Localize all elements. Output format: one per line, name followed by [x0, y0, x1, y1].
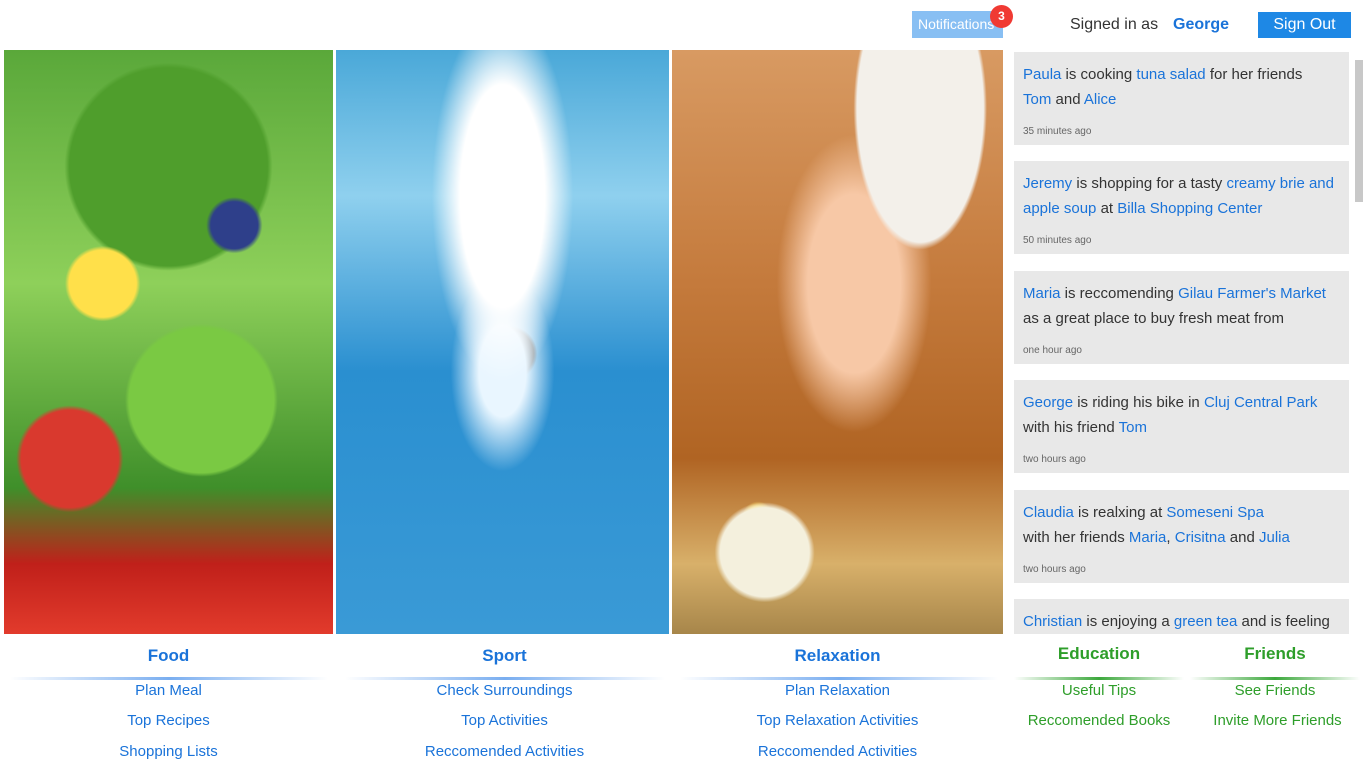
- feed-link[interactable]: Maria: [1129, 529, 1167, 546]
- category-friends-divider: [1190, 677, 1360, 680]
- sport-link-top-activities[interactable]: Top Activities: [338, 712, 671, 729]
- category-relaxation-divider: [680, 677, 998, 680]
- friends-link-invite-more-friends[interactable]: Invite More Friends: [1190, 712, 1365, 729]
- feed-item-line: as a great place to buy fresh meat from: [1023, 306, 1340, 331]
- feed-item-line: with his friend Tom: [1023, 415, 1340, 440]
- feed-item: Jeremy is shopping for a tasty creamy br…: [1014, 161, 1349, 254]
- education-link-reccomended-books[interactable]: Reccomended Books: [1014, 712, 1184, 729]
- category-food-title[interactable]: Food: [4, 646, 333, 666]
- feed-text: with her friends: [1023, 529, 1129, 546]
- user-profile-link[interactable]: George: [1173, 16, 1229, 34]
- feed-text: ,: [1166, 529, 1175, 546]
- feed-link[interactable]: Alice: [1084, 91, 1117, 108]
- feed-item: George is riding his bike in Cluj Centra…: [1014, 380, 1349, 473]
- feed-link[interactable]: tuna salad: [1136, 66, 1205, 83]
- feed-link[interactable]: Gilau Farmer's Market: [1178, 285, 1326, 302]
- feed-text: is riding his bike in: [1073, 394, 1204, 411]
- feed-link[interactable]: Julia: [1259, 529, 1290, 546]
- feed-link[interactable]: George: [1023, 394, 1073, 411]
- category-sport-title[interactable]: Sport: [338, 646, 671, 666]
- feed-item-timestamp: 35 minutes ago: [1023, 126, 1092, 137]
- food-hero-image[interactable]: [4, 50, 333, 634]
- relaxation-link-top-relaxation-activities[interactable]: Top Relaxation Activities: [672, 712, 1003, 729]
- feed-link[interactable]: Tom: [1119, 419, 1147, 436]
- category-food-divider: [10, 677, 328, 680]
- feed-item-timestamp: one hour ago: [1023, 345, 1082, 356]
- feed-item-line: Jeremy is shopping for a tasty creamy br…: [1023, 171, 1340, 196]
- feed-text: for her friends: [1205, 66, 1303, 83]
- feed-item-line: Maria is reccomending Gilau Farmer's Mar…: [1023, 281, 1340, 306]
- sport-hero-image[interactable]: [336, 50, 669, 634]
- feed-link[interactable]: Crisitna: [1175, 529, 1226, 546]
- category-relaxation-title[interactable]: Relaxation: [672, 646, 1003, 666]
- category-education-title[interactable]: Education: [1014, 644, 1184, 664]
- feed-text: as a great place to buy fresh meat from: [1023, 310, 1284, 327]
- notifications-count-badge: 3: [990, 5, 1013, 28]
- top-bar: Notifications 3 Signed in as George Sign…: [0, 0, 1370, 50]
- friends-link-see-friends[interactable]: See Friends: [1190, 682, 1360, 699]
- relaxation-hero-image[interactable]: [672, 50, 1003, 634]
- feed-link[interactable]: Paula: [1023, 66, 1061, 83]
- food-link-top-recipes[interactable]: Top Recipes: [4, 712, 333, 729]
- feed-link[interactable]: Billa Shopping Center: [1117, 200, 1262, 217]
- feed-text: is realxing at: [1073, 504, 1167, 521]
- feed-item: Christian is enjoying a green tea and is…: [1014, 599, 1349, 634]
- category-education-divider: [1014, 677, 1184, 680]
- feed-item-line: George is riding his bike in Cluj Centra…: [1023, 390, 1340, 415]
- sport-link-check-surroundings[interactable]: Check Surroundings: [338, 682, 671, 699]
- feed-item-line: Tom and Alice: [1023, 87, 1340, 112]
- food-link-shopping-lists[interactable]: Shopping Lists: [4, 743, 333, 760]
- feed-item-timestamp: 50 minutes ago: [1023, 235, 1092, 246]
- feed-text: is shopping for a tasty: [1072, 175, 1227, 192]
- feed-link[interactable]: green tea: [1174, 613, 1237, 630]
- category-sport-divider: [345, 677, 665, 680]
- feed-link[interactable]: Tom: [1023, 91, 1051, 108]
- feed-text: and is feeling: [1237, 613, 1330, 630]
- feed-link[interactable]: Claudia: [1023, 504, 1074, 521]
- relaxation-link-plan-relaxation[interactable]: Plan Relaxation: [672, 682, 1003, 699]
- feed-text: is cooking: [1061, 66, 1137, 83]
- category-friends-title[interactable]: Friends: [1190, 644, 1360, 664]
- feed-text: and: [1051, 91, 1084, 108]
- education-link-useful-tips[interactable]: Useful Tips: [1014, 682, 1184, 699]
- food-link-plan-meal[interactable]: Plan Meal: [4, 682, 333, 699]
- feed-link[interactable]: Someseni Spa: [1166, 504, 1264, 521]
- feed-text: with his friend: [1023, 419, 1119, 436]
- feed-link[interactable]: Cluj Central Park: [1204, 394, 1317, 411]
- feed-item-line: Claudia is realxing at Someseni Spa: [1023, 500, 1340, 525]
- feed-link[interactable]: Maria: [1023, 285, 1061, 302]
- feed-item: Claudia is realxing at Someseni Spa with …: [1014, 490, 1349, 583]
- sport-link-reccomended-activities[interactable]: Reccomended Activities: [338, 743, 671, 760]
- sign-out-button[interactable]: Sign Out: [1258, 12, 1351, 38]
- feed-text: is reccomending: [1060, 285, 1179, 302]
- feed-item-line: Paula is cooking tuna salad for her frie…: [1023, 62, 1340, 87]
- feed-item-line: Christian is enjoying a green tea and is…: [1023, 609, 1340, 634]
- feed-link[interactable]: apple soup: [1023, 200, 1096, 217]
- relaxation-link-recommended-activities[interactable]: Reccomended Activities: [672, 743, 1003, 760]
- feed-text: is enjoying a: [1082, 613, 1174, 630]
- feed-link[interactable]: Jeremy: [1023, 175, 1072, 192]
- feed-text: at: [1096, 200, 1118, 217]
- feed-item: Paula is cooking tuna salad for her frie…: [1014, 52, 1349, 145]
- feed-link[interactable]: Christian: [1023, 613, 1082, 630]
- feed-text: and: [1225, 529, 1259, 546]
- activity-feed[interactable]: Paula is cooking tuna salad for her frie…: [1014, 50, 1350, 634]
- feed-link[interactable]: creamy brie and: [1226, 175, 1334, 192]
- feed-item-timestamp: two hours ago: [1023, 564, 1086, 575]
- feed-scrollbar[interactable]: [1355, 60, 1363, 202]
- feed-item: Maria is reccomending Gilau Farmer's Mar…: [1014, 271, 1349, 364]
- signed-in-label: Signed in as: [1070, 16, 1159, 33]
- feed-item-timestamp: two hours ago: [1023, 454, 1086, 465]
- feed-item-line: apple soup at Billa Shopping Center: [1023, 196, 1340, 221]
- feed-item-line: with her friends Maria, Crisitna and Jul…: [1023, 525, 1340, 550]
